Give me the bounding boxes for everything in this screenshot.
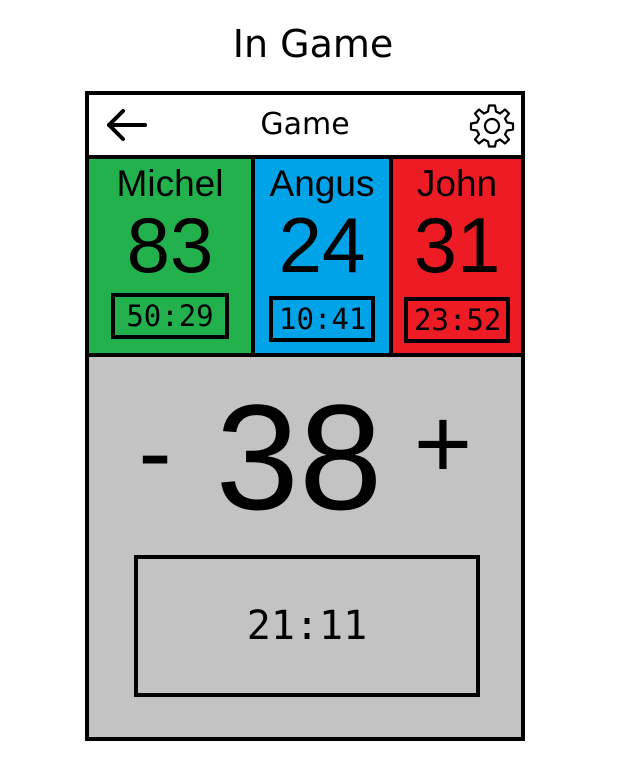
header-title: Game bbox=[260, 107, 350, 142]
player-score: 83 bbox=[126, 201, 214, 289]
page-heading: In Game bbox=[232, 22, 394, 66]
player-name: Michel bbox=[116, 163, 224, 204]
app-header: Game bbox=[89, 95, 521, 159]
players-row: Michel 83 50:29 Angus 24 10:41 John 31 2… bbox=[89, 159, 521, 357]
player-score: 24 bbox=[278, 201, 366, 289]
settings-button[interactable] bbox=[469, 103, 515, 149]
arrow-left-icon bbox=[107, 109, 147, 141]
increment-button[interactable]: + bbox=[405, 389, 481, 499]
player-timer: 50:29 bbox=[111, 293, 229, 339]
decrement-button[interactable]: - bbox=[133, 397, 177, 507]
player-name: John bbox=[416, 163, 498, 204]
back-button[interactable] bbox=[103, 105, 149, 145]
phone-frame: Game Michel 83 50:29 Angus 24 10:41 John… bbox=[85, 91, 525, 741]
player-score: 31 bbox=[413, 201, 501, 289]
player-name: Angus bbox=[269, 163, 375, 204]
player-timer: 23:52 bbox=[404, 297, 510, 343]
score-entry-panel: - 38 + 21:11 bbox=[89, 357, 521, 737]
player-card-angus[interactable]: Angus 24 10:41 bbox=[251, 159, 389, 353]
current-value: 38 bbox=[215, 373, 383, 541]
player-card-john[interactable]: John 31 23:52 bbox=[389, 159, 521, 353]
turn-timer-button[interactable]: 21:11 bbox=[134, 555, 480, 697]
player-card-michel[interactable]: Michel 83 50:29 bbox=[89, 159, 251, 353]
gear-icon bbox=[469, 104, 515, 148]
player-timer: 10:41 bbox=[269, 296, 375, 342]
